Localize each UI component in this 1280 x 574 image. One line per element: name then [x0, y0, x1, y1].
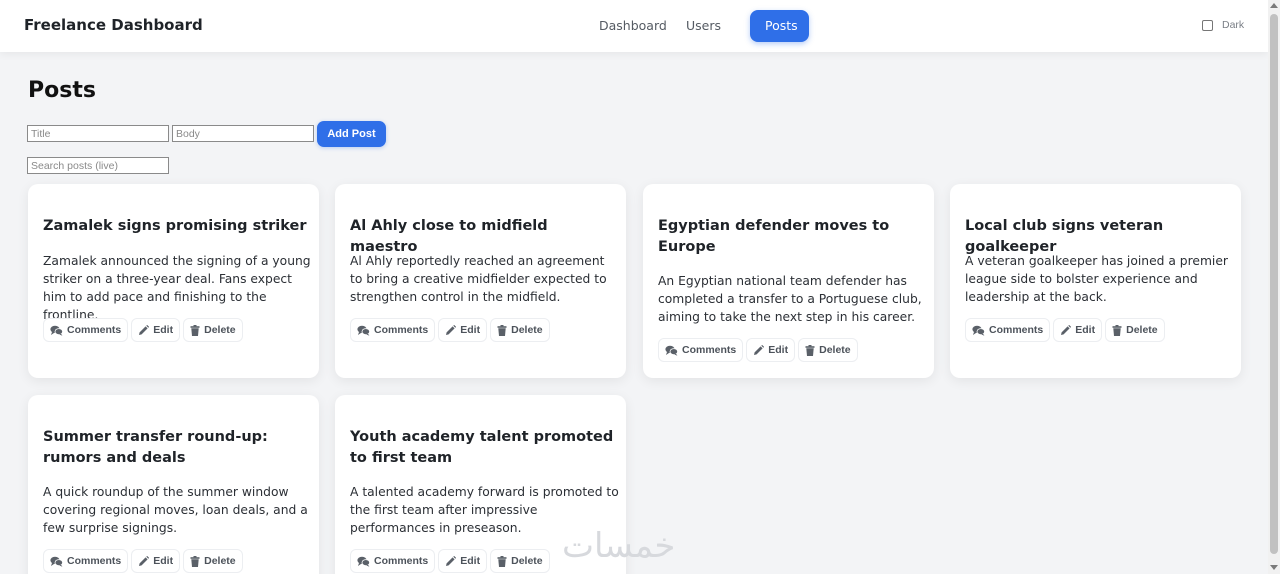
comments-label: Comments: [374, 324, 429, 336]
pencil-icon: [139, 324, 150, 335]
comments-button[interactable]: Comments: [43, 549, 129, 573]
post-actions: Comments Edit Delete: [350, 318, 553, 342]
post-body: Zamalek announced the signing of a young…: [43, 254, 311, 322]
trash-icon: [190, 555, 200, 567]
post-card: Egyptian defender moves to Europe An Egy…: [643, 184, 934, 378]
comments-label: Comments: [682, 344, 737, 356]
edit-button[interactable]: Edit: [131, 318, 181, 342]
post-body-input[interactable]: [172, 125, 314, 142]
post-title: Youth academy talent promoted to first t…: [350, 429, 614, 466]
delete-button[interactable]: Delete: [798, 338, 858, 362]
pencil-icon: [139, 555, 150, 566]
nav-posts[interactable]: Posts: [750, 10, 809, 42]
delete-button[interactable]: Delete: [183, 318, 243, 342]
comments-icon: [665, 345, 678, 356]
edit-button[interactable]: Edit: [1053, 318, 1103, 342]
dark-mode-checkbox[interactable]: [1202, 19, 1213, 31]
edit-label: Edit: [460, 555, 481, 567]
post-card: Summer transfer round-up: rumors and dea…: [28, 395, 319, 574]
edit-button[interactable]: Edit: [746, 338, 796, 362]
post-actions: Comments Edit Delete: [350, 549, 553, 573]
scroll-down-arrow-icon[interactable]: [1270, 565, 1278, 570]
comments-label: Comments: [989, 324, 1044, 336]
top-navbar: Freelance Dashboard Dashboard Users Post…: [0, 0, 1268, 52]
post-card: Zamalek signs promising striker Zamalek …: [28, 184, 319, 378]
post-card: Local club signs veteran goalkeeper A ve…: [950, 184, 1241, 378]
post-body: An Egyptian national team defender has c…: [658, 274, 922, 324]
post-actions: Comments Edit Delete: [965, 318, 1168, 342]
post-body: A quick roundup of the summer window cov…: [43, 485, 308, 535]
comments-button[interactable]: Comments: [43, 318, 129, 342]
comments-icon: [972, 325, 985, 336]
edit-label: Edit: [768, 344, 789, 356]
edit-button[interactable]: Edit: [438, 549, 488, 573]
post-title: Zamalek signs promising striker: [43, 218, 307, 234]
comments-button[interactable]: Comments: [965, 318, 1051, 342]
nav-users[interactable]: Users: [673, 10, 737, 42]
search-posts-input[interactable]: [27, 157, 169, 174]
edit-label: Edit: [460, 324, 481, 336]
dark-mode-label: Dark: [1222, 19, 1245, 31]
edit-label: Edit: [1075, 324, 1096, 336]
pencil-icon: [446, 555, 457, 566]
comments-icon: [357, 325, 370, 336]
delete-label: Delete: [204, 555, 236, 567]
comments-icon: [50, 325, 63, 336]
trash-icon: [497, 555, 507, 567]
post-title: Summer transfer round-up: rumors and dea…: [43, 429, 268, 466]
trash-icon: [805, 344, 815, 356]
nav-dashboard[interactable]: Dashboard: [586, 10, 673, 42]
edit-label: Edit: [153, 324, 174, 336]
trash-icon: [1112, 324, 1122, 336]
comments-label: Comments: [67, 324, 122, 336]
delete-label: Delete: [819, 344, 851, 356]
pencil-icon: [446, 324, 457, 335]
post-actions: Comments Edit Delete: [43, 318, 246, 342]
post-body: A veteran goalkeeper has joined a premie…: [965, 254, 1228, 304]
comments-icon: [50, 556, 63, 567]
edit-button[interactable]: Edit: [438, 318, 488, 342]
post-card: Al Ahly close to midfield maestro Al Ahl…: [335, 184, 626, 378]
edit-button[interactable]: Edit: [131, 549, 181, 573]
delete-button[interactable]: Delete: [490, 549, 550, 573]
delete-label: Delete: [511, 324, 543, 336]
comments-button[interactable]: Comments: [658, 338, 744, 362]
scrollbar-thumb[interactable]: [1270, 14, 1278, 554]
post-actions: Comments Edit Delete: [658, 338, 861, 362]
trash-icon: [497, 324, 507, 336]
edit-label: Edit: [153, 555, 174, 567]
page-title: Posts: [28, 78, 96, 103]
post-title: Egyptian defender moves to Europe: [658, 218, 890, 255]
delete-button[interactable]: Delete: [1105, 318, 1165, 342]
pencil-icon: [1061, 324, 1072, 335]
delete-label: Delete: [204, 324, 236, 336]
post-title-input[interactable]: [27, 125, 169, 142]
main-nav: Dashboard Users Posts: [586, 10, 809, 42]
comments-button[interactable]: Comments: [350, 318, 436, 342]
comments-icon: [357, 556, 370, 567]
delete-button[interactable]: Delete: [183, 549, 243, 573]
watermark-logo: خمسات: [562, 526, 676, 566]
trash-icon: [190, 324, 200, 336]
post-actions: Comments Edit Delete: [43, 549, 246, 573]
dark-mode-toggle[interactable]: Dark: [1202, 19, 1244, 31]
scroll-up-arrow-icon[interactable]: [1270, 3, 1278, 8]
delete-label: Delete: [511, 555, 543, 567]
pencil-icon: [754, 344, 765, 355]
comments-button[interactable]: Comments: [350, 549, 436, 573]
brand-title: Freelance Dashboard: [24, 16, 203, 34]
delete-label: Delete: [1126, 324, 1158, 336]
add-post-button[interactable]: Add Post: [317, 121, 386, 147]
delete-button[interactable]: Delete: [490, 318, 550, 342]
comments-label: Comments: [374, 555, 429, 567]
comments-label: Comments: [67, 555, 122, 567]
post-body: Al Ahly reportedly reached an agreement …: [350, 254, 607, 304]
